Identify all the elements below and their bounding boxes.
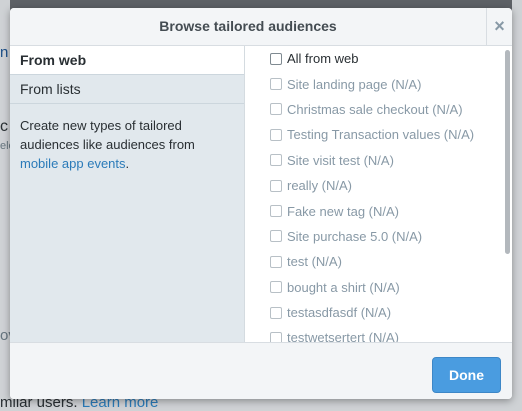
audience-row[interactable]: All from web (245, 46, 512, 71)
background-left-strip (0, 0, 10, 411)
list-scrollbar[interactable] (505, 50, 510, 254)
audience-label: Site purchase 5.0 (N/A) (287, 228, 423, 244)
audience-row: Christmas sale checkout (N/A) (245, 97, 512, 122)
dialog-header: Browse tailored audiences × (10, 8, 512, 46)
help-suffix: . (125, 156, 130, 171)
audience-label: Testing Transaction values (N/A) (287, 127, 475, 143)
dialog-footer: Done (10, 342, 512, 399)
background-fragment: n (0, 44, 9, 61)
nav-item-from-lists[interactable]: From lists (10, 75, 244, 104)
audience-row: testasdfasdf (N/A) (245, 300, 512, 325)
checkbox (270, 179, 282, 192)
audience-label: All from web (287, 51, 359, 67)
done-button[interactable]: Done (432, 357, 501, 393)
audience-label: Fake new tag (N/A) (287, 203, 399, 219)
audience-row: testwetsertert (N/A) (245, 325, 512, 342)
audience-label: test (N/A) (287, 254, 342, 270)
checkbox (270, 281, 282, 294)
audience-row: Testing Transaction values (N/A) (245, 122, 512, 147)
mobile-app-events-link[interactable]: mobile app events (20, 156, 126, 171)
help-text: Create new types of tailored audiences l… (20, 118, 195, 152)
audience-row: Site landing page (N/A) (245, 71, 512, 96)
audience-row: Fake new tag (N/A) (245, 198, 512, 223)
audience-label: Site visit test (N/A) (287, 152, 394, 168)
nav-item-from-web[interactable]: From web (10, 46, 244, 75)
audience-label: Christmas sale checkout (N/A) (287, 101, 463, 117)
audience-label: really (N/A) (287, 178, 353, 194)
audience-row: Site purchase 5.0 (N/A) (245, 224, 512, 249)
audience-list: All from web Site landing page (N/A) Chr… (245, 46, 512, 342)
checkbox[interactable] (270, 52, 282, 65)
checkbox (270, 205, 282, 218)
checkbox (270, 78, 282, 91)
audience-label: bought a shirt (N/A) (287, 279, 400, 295)
audience-row: test (N/A) (245, 249, 512, 274)
audience-row: really (N/A) (245, 173, 512, 198)
nav-help-text: Create new types of tailored audiences l… (10, 104, 244, 173)
checkbox (270, 255, 282, 268)
audience-label: Site landing page (N/A) (287, 76, 422, 92)
checkbox (270, 306, 282, 319)
checkbox (270, 331, 282, 342)
browse-audiences-dialog: Browse tailored audiences × From web Fro… (10, 8, 512, 399)
background-right-strip (512, 0, 522, 411)
audience-label: testasdfasdf (N/A) (287, 305, 392, 321)
audience-label: testwetsertert (N/A) (287, 330, 399, 342)
close-icon[interactable]: × (487, 8, 512, 45)
checkbox (270, 154, 282, 167)
audience-row: bought a shirt (N/A) (245, 275, 512, 300)
dialog-title: Browse tailored audiences (159, 18, 337, 34)
audience-row: Site visit test (N/A) (245, 148, 512, 173)
checkbox (270, 103, 282, 116)
checkbox (270, 230, 282, 243)
background-fragment: c (0, 118, 8, 135)
source-nav: From web From lists Create new types of … (10, 46, 245, 342)
checkbox (270, 128, 282, 141)
